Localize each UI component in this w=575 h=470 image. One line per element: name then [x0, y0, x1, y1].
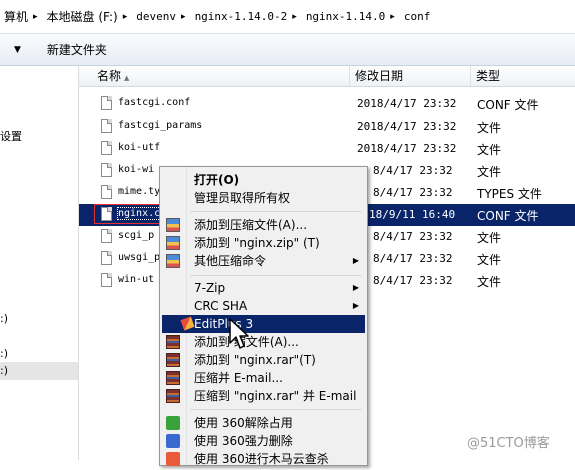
file-name: mime.ty: [118, 186, 161, 197]
menu-item-label: 使用 360进行木马云查杀: [194, 452, 329, 466]
file-name: scgi_p: [118, 230, 155, 241]
column-name-label: 名称: [97, 69, 122, 83]
zip-icon: [166, 254, 180, 268]
winrar-icon: [166, 335, 180, 349]
winrar-icon: [166, 389, 180, 403]
file-date: 8/4/17 23:32: [373, 274, 453, 287]
watermark: @51CTO博客: [467, 436, 550, 451]
file-type: CONF 文件: [477, 209, 539, 223]
menu-item-label: 其他压缩命令: [194, 254, 267, 268]
column-header-date[interactable]: 修改日期: [350, 66, 471, 86]
file-name: koi-wi: [118, 164, 155, 175]
file-date: 8/4/17 23:32: [373, 252, 453, 265]
breadcrumb-chevron-icon[interactable]: ▸: [33, 12, 38, 22]
file-row[interactable]: fastcgi_params 2018/4/17 23:32 文件: [79, 116, 575, 138]
menu-item-label: 压缩到 "nginx.rar" 并 E-mail: [194, 389, 357, 403]
menu-separator: [190, 211, 362, 212]
360-delete-icon: [166, 434, 180, 448]
file-type: 文件: [477, 231, 502, 245]
file-name: uwsgi_p: [118, 252, 161, 263]
breadcrumb-chevron-icon[interactable]: ▸: [181, 12, 186, 22]
new-folder-button[interactable]: 新建文件夹: [41, 38, 113, 61]
breadcrumb-nginx[interactable]: nginx-1.14.0: [306, 10, 385, 23]
breadcrumb-conf[interactable]: conf: [404, 10, 431, 23]
file-icon: [101, 141, 112, 155]
file-name: fastcgi_params: [118, 120, 203, 131]
column-header-name[interactable]: 名称 ▲: [79, 66, 350, 86]
file-date: 8/4/17 23:32: [373, 164, 453, 177]
breadcrumb-chevron-icon[interactable]: ▸: [123, 12, 128, 22]
breadcrumb-chevron-icon[interactable]: ▸: [292, 12, 297, 22]
nav-item-drive-selected[interactable]: :): [0, 362, 78, 380]
menu-separator: [190, 275, 362, 276]
file-name: koi-utf: [118, 142, 161, 153]
file-icon: [101, 163, 112, 177]
menu-item-label: CRC SHA: [194, 299, 248, 313]
zip-icon: [166, 218, 180, 232]
file-type: 文件: [477, 253, 502, 267]
file-type: 文件: [477, 165, 502, 179]
navigation-pane: 设置 :) :) :): [0, 66, 79, 460]
sort-ascending-icon: ▲: [124, 74, 130, 82]
breadcrumb-chevron-icon[interactable]: ▸: [390, 12, 395, 22]
file-icon: [101, 185, 112, 199]
submenu-arrow-icon: ▶: [352, 256, 359, 265]
file-type: 文件: [477, 275, 502, 289]
breadcrumb-drive[interactable]: 本地磁盘 (F:): [47, 8, 118, 25]
file-date: 18/9/11 16:40: [369, 208, 456, 221]
file-name: win-ut: [118, 274, 155, 285]
column-header-row: 名称 ▲ 修改日期 类型: [79, 66, 575, 87]
file-date: 8/4/17 23:32: [373, 186, 453, 199]
breadcrumb-computer[interactable]: 算机: [4, 8, 28, 25]
menu-item-compress-rar-email[interactable]: 压缩到 "nginx.rar" 并 E-mail: [162, 385, 365, 407]
editplus-icon: [180, 316, 195, 331]
breadcrumb-devenv[interactable]: devenv: [136, 10, 176, 23]
file-icon: [101, 119, 112, 133]
file-icon: [101, 96, 112, 110]
nav-item-drive[interactable]: :): [0, 310, 78, 328]
menu-item-take-ownership[interactable]: 管理员取得所有权: [162, 187, 365, 209]
file-name: fastcgi.conf: [118, 97, 191, 108]
file-date: 2018/4/17 23:32: [357, 120, 457, 133]
file-row[interactable]: koi-utf 2018/4/17 23:32 文件: [79, 138, 575, 160]
file-date: 8/4/17 23:32: [373, 230, 453, 243]
menu-item-label: 管理员取得所有权: [194, 191, 291, 205]
winrar-icon: [166, 353, 180, 367]
zip-icon: [166, 236, 180, 250]
breadcrumb-nginx-2[interactable]: nginx-1.14.0-2: [195, 10, 288, 23]
menu-item-360-scan[interactable]: 使用 360进行木马云查杀: [162, 448, 365, 470]
column-header-type[interactable]: 类型: [471, 66, 575, 86]
file-name: nginx.c: [116, 207, 162, 220]
menu-item-other-compress[interactable]: 其他压缩命令 ▶: [162, 250, 365, 272]
file-type: 文件: [477, 143, 502, 157]
nav-item-drive[interactable]: :): [0, 345, 78, 363]
file-icon: [101, 273, 112, 287]
360-unlock-icon: [166, 416, 180, 430]
column-date-label: 修改日期: [355, 69, 404, 83]
file-date: 2018/4/17 23:32: [357, 97, 457, 110]
file-icon: [101, 207, 112, 221]
winrar-icon: [166, 371, 180, 385]
file-icon: [101, 229, 112, 243]
submenu-arrow-icon: ▶: [352, 301, 359, 310]
menu-separator: [190, 409, 362, 410]
file-type: 文件: [477, 121, 502, 135]
360-scan-icon: [166, 452, 180, 466]
toolbar: ▼ 新建文件夹: [0, 34, 575, 66]
file-date: 2018/4/17 23:32: [357, 142, 457, 155]
file-type: TYPES 文件: [477, 187, 542, 201]
dropdown-arrow-icon[interactable]: ▼: [14, 45, 21, 55]
context-menu: 打开(O) 管理员取得所有权 添加到压缩文件(A)... 添加到 "nginx.…: [159, 166, 368, 466]
nav-item-settings[interactable]: 设置: [0, 128, 78, 146]
menu-item-crc-sha[interactable]: CRC SHA ▶: [162, 295, 365, 317]
address-bar[interactable]: 算机 ▸ 本地磁盘 (F:) ▸ devenv ▸ nginx-1.14.0-2…: [0, 0, 575, 34]
file-row[interactable]: fastcgi.conf 2018/4/17 23:32 CONF 文件: [79, 93, 575, 115]
file-icon: [101, 251, 112, 265]
mouse-cursor-icon: [229, 318, 249, 349]
column-type-label: 类型: [476, 69, 501, 83]
file-type: CONF 文件: [477, 98, 539, 112]
